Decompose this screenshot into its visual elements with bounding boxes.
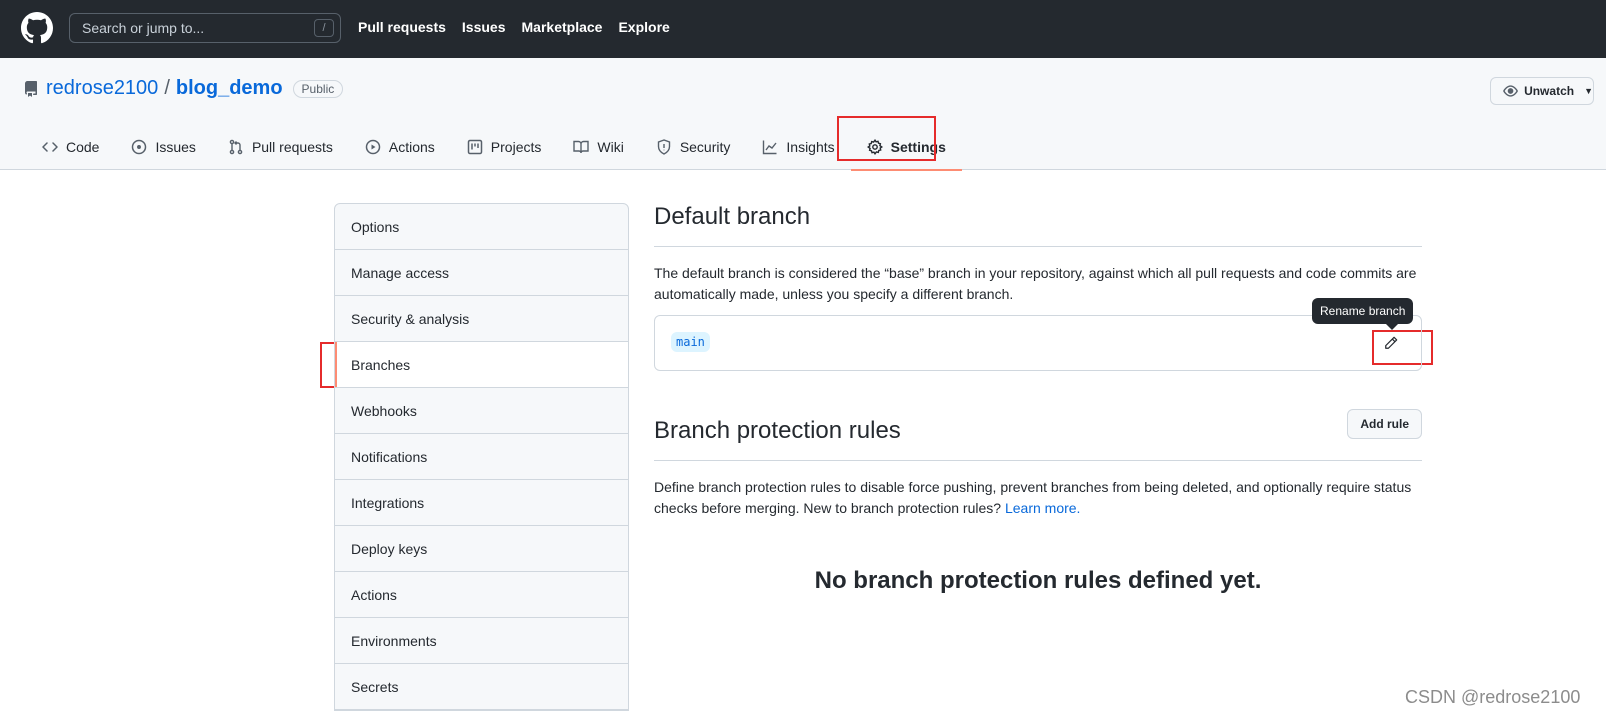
search-placeholder: Search or jump to... — [82, 20, 205, 36]
global-nav: Pull requests Issues Marketplace Explore — [358, 19, 670, 35]
tab-code[interactable]: Code — [26, 123, 115, 170]
sidebar-item-manage-access[interactable]: Manage access — [335, 250, 628, 296]
rename-branch-tooltip: Rename branch — [1312, 298, 1414, 330]
rename-branch-button[interactable] — [1381, 333, 1401, 353]
unwatch-button[interactable]: Unwatch ▼ — [1490, 77, 1594, 105]
nav-marketplace[interactable]: Marketplace — [522, 19, 603, 35]
tab-settings[interactable]: Settings — [850, 123, 963, 171]
tab-label: Projects — [490, 138, 542, 155]
sidebar-item-security-analysis[interactable]: Security & analysis — [335, 296, 628, 342]
settings-sidebar: Options Manage access Security & analysi… — [334, 203, 629, 711]
nav-explore[interactable]: Explore — [618, 19, 669, 35]
add-rule-button[interactable]: Add rule — [1347, 409, 1422, 439]
tab-wiki[interactable]: Wiki — [557, 123, 639, 170]
default-branch-description: The default branch is considered the “ba… — [654, 265, 1417, 302]
project-icon — [467, 139, 483, 154]
protection-description: Define branch protection rules to disabl… — [654, 477, 1422, 519]
repo-tabs: Code Issues Pull requests Actions Projec… — [26, 123, 963, 171]
protection-header: Branch protection rules Add rule — [654, 409, 1422, 461]
learn-more-link[interactable]: Learn more. — [1005, 500, 1080, 516]
nav-pull-requests[interactable]: Pull requests — [358, 19, 446, 35]
github-logo-icon[interactable] — [21, 12, 53, 44]
search-shortcut-key: / — [314, 19, 334, 37]
watermark: CSDN @redrose2100 — [1405, 687, 1581, 707]
tab-label: Insights — [786, 138, 835, 155]
eye-icon — [1503, 85, 1518, 97]
issue-icon — [132, 139, 147, 154]
sidebar-item-deploy-keys[interactable]: Deploy keys — [335, 526, 628, 572]
search-input[interactable]: Search or jump to... / — [69, 13, 341, 43]
empty-rules-message: No branch protection rules defined yet. — [814, 567, 1262, 594]
branch-name-tag: main — [671, 332, 710, 352]
repo-name-link[interactable]: blog_demo — [176, 77, 283, 100]
tab-label: Security — [679, 138, 731, 155]
graph-icon — [763, 140, 777, 154]
play-icon — [365, 139, 381, 154]
tab-label: Issues — [155, 138, 196, 155]
tab-insights[interactable]: Insights — [746, 123, 850, 170]
repo-owner-link[interactable]: redrose2100 — [46, 77, 158, 100]
default-branch-box: main — [654, 315, 1422, 371]
sidebar-item-options[interactable]: Options — [335, 204, 628, 250]
code-icon — [42, 141, 58, 152]
tab-security[interactable]: Security — [640, 123, 747, 170]
sidebar-item-branches[interactable]: Branches — [335, 342, 628, 388]
tab-actions[interactable]: Actions — [349, 123, 451, 170]
tab-label: Actions — [388, 138, 435, 155]
tab-label: Settings — [890, 138, 946, 155]
tab-label: Code — [66, 138, 100, 155]
repo-icon — [24, 81, 37, 97]
sidebar-item-secrets[interactable]: Secrets — [335, 664, 628, 710]
branches-settings: Default branch The default branch is con… — [654, 203, 1422, 595]
visibility-badge: Public — [292, 79, 344, 98]
sidebar-item-integrations[interactable]: Integrations — [335, 480, 628, 526]
global-header: Search or jump to... / Pull requests Iss… — [0, 0, 1606, 58]
gear-icon — [866, 138, 883, 155]
tab-projects[interactable]: Projects — [451, 123, 558, 170]
sidebar-item-environments[interactable]: Environments — [335, 618, 628, 664]
protection-title: Branch protection rules — [654, 417, 901, 444]
sidebar-item-notifications[interactable]: Notifications — [335, 434, 628, 480]
sidebar-item-webhooks[interactable]: Webhooks — [335, 388, 628, 434]
caret-down-icon: ▼ — [1584, 86, 1593, 96]
repo-header: redrose2100 / blog_demo Public Unwatch ▼… — [0, 58, 1606, 171]
book-icon — [573, 140, 590, 153]
tab-pull-requests[interactable]: Pull requests — [212, 123, 349, 170]
sidebar-item-actions[interactable]: Actions — [335, 572, 628, 618]
default-branch-header: Default branch — [654, 203, 1422, 247]
repo-title: redrose2100 / blog_demo Public — [46, 77, 344, 100]
default-branch-title: Default branch — [654, 203, 811, 230]
pencil-icon — [1385, 336, 1398, 349]
shield-icon — [657, 138, 671, 155]
unwatch-label: Unwatch — [1524, 84, 1575, 98]
tab-label: Wiki — [597, 138, 624, 155]
repo-separator: / — [164, 77, 170, 99]
pull-request-icon — [229, 139, 243, 154]
nav-issues[interactable]: Issues — [462, 19, 506, 35]
tab-issues[interactable]: Issues — [115, 123, 211, 170]
tab-label: Pull requests — [251, 138, 333, 155]
